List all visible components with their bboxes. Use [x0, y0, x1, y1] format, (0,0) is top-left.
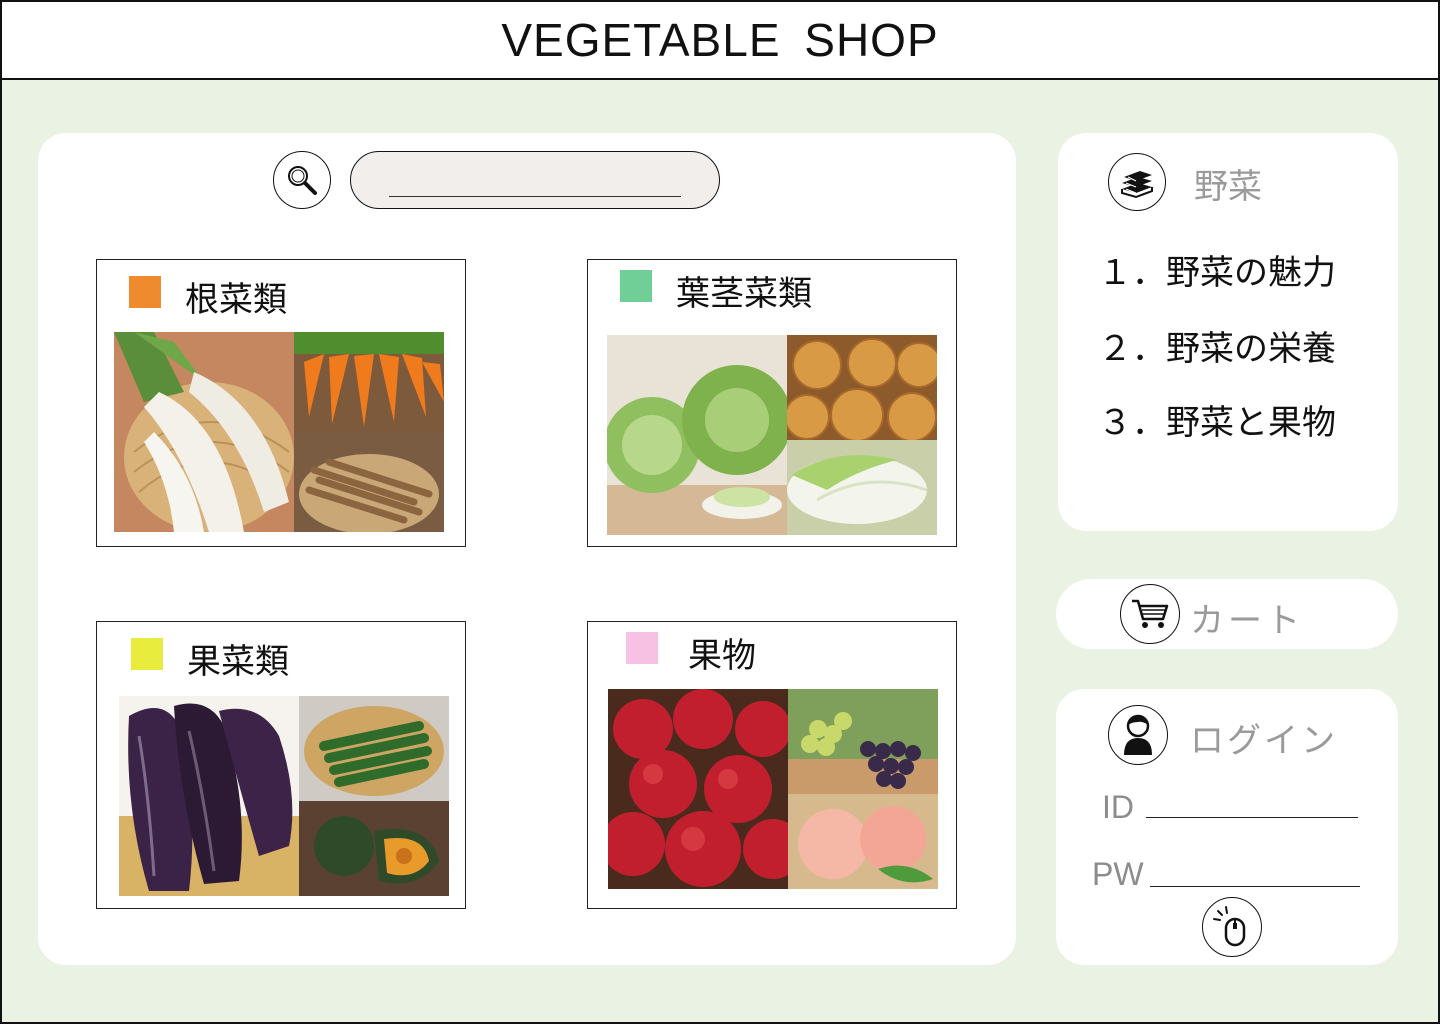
books-icon [1121, 171, 1153, 199]
cucumber-photo [299, 696, 449, 801]
cart-button[interactable] [1120, 584, 1180, 644]
pw-label: PW [1092, 856, 1144, 892]
vegetable-menu-title: 野菜 [1194, 167, 1262, 207]
user-icon [1124, 714, 1152, 755]
cabbage-photo [607, 335, 787, 535]
category-color-swatch [129, 276, 161, 308]
category-label: 根菜類 [185, 280, 287, 320]
mouse-click-icon [1213, 906, 1246, 947]
id-input[interactable] [1146, 817, 1358, 818]
cart-icon [1132, 599, 1169, 628]
apple-photo [608, 689, 788, 889]
eggplant-photo [119, 696, 299, 896]
peach-photo [788, 794, 938, 889]
cart-label: カート [1190, 601, 1304, 641]
site-header: VEGETABLE SHOP [2, 2, 1438, 80]
category-card-fruit-vegetables[interactable]: 果菜類 [96, 621, 466, 909]
login-title: ログイン [1190, 721, 1338, 761]
category-color-swatch [131, 638, 163, 670]
search-box [350, 151, 720, 209]
category-color-swatch [620, 270, 652, 302]
category-card-leaf-vegetables[interactable]: 葉茎菜類 [587, 259, 957, 547]
category-card-fruits[interactable]: 果物 [587, 621, 957, 909]
site-title: VEGETABLE SHOP [501, 14, 939, 66]
onion-photo [787, 335, 937, 440]
hakusai-photo [787, 440, 937, 535]
id-label: ID [1102, 789, 1134, 825]
category-photos [114, 332, 444, 532]
category-photos [607, 335, 937, 535]
login-panel: ログイン ID PW [1056, 689, 1398, 965]
category-label: 果物 [688, 636, 756, 676]
search-button[interactable] [273, 151, 331, 209]
books-button[interactable] [1108, 153, 1166, 211]
category-label: 果菜類 [187, 642, 289, 682]
category-color-swatch [626, 632, 658, 664]
burdock-photo [294, 432, 444, 532]
search-input[interactable] [389, 164, 681, 197]
login-user-avatar [1108, 705, 1168, 765]
menu-item-vegetables-and-fruits[interactable]: ３．野菜と果物 [1098, 395, 1336, 444]
login-submit-button[interactable] [1202, 897, 1262, 957]
category-photos [608, 689, 938, 889]
daikon-photo [114, 332, 294, 532]
search-icon [288, 166, 317, 195]
grape-photo [788, 689, 938, 794]
category-label: 葉茎菜類 [676, 274, 812, 314]
vegetable-menu-panel: 野菜 １．野菜の魅力 ２．野菜の栄養 ３．野菜と果物 [1058, 133, 1398, 531]
carrot-photo [294, 332, 444, 432]
menu-item-vegetable-appeal[interactable]: １．野菜の魅力 [1098, 245, 1336, 294]
pw-input[interactable] [1150, 886, 1360, 887]
kabocha-photo [299, 801, 449, 896]
category-card-root-vegetables[interactable]: 根菜類 [96, 259, 466, 547]
category-photos [119, 696, 449, 896]
cart-panel[interactable]: カート [1056, 579, 1398, 649]
menu-item-vegetable-nutrition[interactable]: ２．野菜の栄養 [1098, 321, 1336, 370]
main-panel: 根菜類 葉茎菜類 果菜類 果物 [38, 133, 1016, 965]
